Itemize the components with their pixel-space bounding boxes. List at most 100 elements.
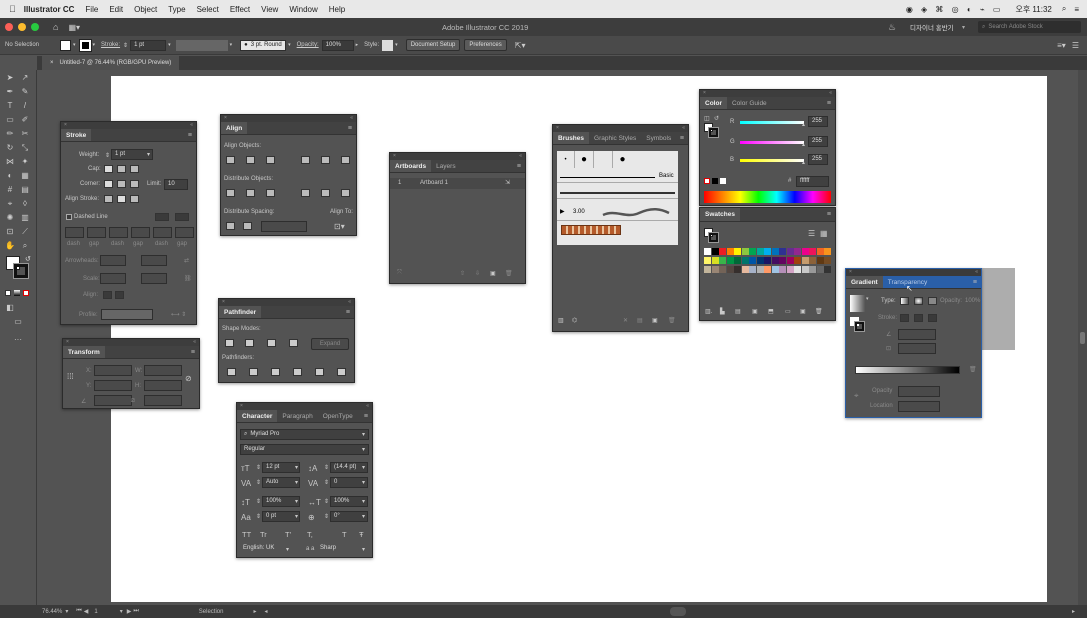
swatch-chip[interactable] [711, 266, 719, 273]
scissors-tool-icon[interactable]: ✂ [20, 129, 30, 139]
start-arrowhead-select[interactable] [100, 255, 126, 266]
close-icon[interactable]: × [556, 125, 559, 132]
intersect-icon[interactable] [267, 339, 276, 347]
all-caps-button[interactable]: TT [242, 530, 251, 539]
menu-help[interactable]: Help [329, 5, 345, 14]
rearrange-artboards-icon[interactable]: ⤧ [397, 270, 402, 277]
align-vcenter-icon[interactable] [321, 156, 330, 164]
align-to-selection-icon[interactable]: ⊡▾ [334, 222, 345, 231]
close-window-button[interactable] [5, 23, 13, 31]
swatch-chip[interactable] [779, 266, 786, 273]
menu-select[interactable]: Select [197, 5, 219, 14]
horizontal-distribute-space-icon[interactable] [243, 222, 252, 230]
swatch-chip[interactable] [816, 266, 824, 273]
chevron-down-icon[interactable]: ▾ [295, 464, 298, 471]
collapse-icon[interactable]: « [348, 299, 351, 306]
move-down-icon[interactable]: ⇩ [475, 270, 480, 277]
apple-icon[interactable]:  [9, 4, 16, 14]
g-slider[interactable] [740, 141, 804, 144]
calligraphic-brush-3[interactable] [594, 151, 613, 168]
align-center-stroke-icon[interactable] [104, 195, 113, 203]
collapse-icon[interactable]: « [366, 403, 369, 410]
swatch-chip[interactable] [756, 248, 764, 255]
menu-edit[interactable]: Edit [109, 5, 123, 14]
screen-mode-icon[interactable]: ▭ [13, 317, 23, 327]
panel-titlebar[interactable]: × « [700, 90, 835, 97]
swatch-chip[interactable] [756, 266, 764, 273]
distribute-hcenter-icon[interactable] [321, 189, 330, 197]
vertical-scale-stepper[interactable]: ⇕ [256, 498, 261, 505]
panel-menu-icon[interactable]: ≡ [346, 306, 354, 318]
move-up-icon[interactable]: ⇧ [460, 270, 465, 277]
align-inside-stroke-icon[interactable] [117, 195, 126, 203]
chevron-right-icon[interactable]: ▸ [253, 608, 256, 615]
swatch-chip[interactable] [734, 266, 741, 273]
panel-menu-icon[interactable]: ≡▾ [1057, 41, 1066, 50]
link-icon[interactable]: ⛓ [184, 275, 192, 282]
scroll-thumb[interactable] [1080, 332, 1085, 344]
swatch-chip[interactable] [779, 257, 786, 264]
chevron-down-icon[interactable]: ▾ [288, 42, 291, 48]
symbol-sprayer-tool-icon[interactable]: ✺ [5, 213, 15, 223]
collapse-icon[interactable]: « [190, 122, 193, 129]
color-group-icon[interactable]: ⬒ [768, 308, 774, 315]
tab-symbols[interactable]: Symbols [641, 132, 676, 144]
panel-menu-icon[interactable]: ≡ [827, 97, 835, 109]
chevron-down-icon[interactable]: ▾ [65, 608, 68, 615]
swatch-chip[interactable] [704, 257, 711, 264]
swatch-chip[interactable] [704, 266, 711, 273]
chevron-down-icon[interactable]: ▾ [120, 608, 123, 615]
chevron-down-icon[interactable]: ▾ [362, 446, 365, 453]
stop-opacity-field[interactable] [898, 386, 940, 397]
show-swatch-kinds-icon[interactable]: ▙ [720, 308, 725, 315]
stroke-color-box[interactable] [13, 263, 29, 279]
remove-brush-stroke-icon[interactable]: ✕ [623, 317, 628, 324]
small-caps-button[interactable]: Tr [260, 530, 267, 539]
paintbrush-tool-icon[interactable]: ✐ [20, 115, 30, 125]
swatch-chip[interactable] [771, 266, 779, 273]
panel-menu-icon[interactable]: ≡ [973, 276, 981, 288]
round-join-icon[interactable] [117, 180, 126, 188]
close-icon[interactable]: × [224, 115, 227, 122]
panel-titlebar[interactable]: × « [219, 299, 354, 306]
chevron-down-icon[interactable]: ▾ [147, 151, 150, 158]
new-brush-icon[interactable]: ▣ [652, 317, 658, 324]
panel-menu-icon[interactable]: ≡ [188, 129, 196, 141]
distribute-vcenter-icon[interactable] [246, 189, 255, 197]
opacity-field[interactable]: 100% [321, 39, 354, 51]
chevron-right-icon[interactable]: ▸ [356, 42, 359, 48]
zoom-tool-icon[interactable]: ⌕ [20, 241, 30, 251]
new-artboard-icon[interactable]: ▣ [490, 270, 496, 277]
none-color-chip[interactable] [704, 178, 710, 184]
tab-character[interactable]: Character [237, 410, 278, 422]
swatch-chip[interactable] [726, 266, 734, 273]
tab-stroke[interactable]: Stroke [61, 129, 92, 141]
reference-point-icon[interactable]: ⁞⁞⁞ [67, 372, 74, 381]
tab-align[interactable]: Align [221, 122, 248, 134]
chevron-down-icon[interactable]: ▾ [73, 42, 76, 48]
swatch-chip[interactable] [809, 248, 816, 255]
panel-titlebar[interactable]: × « [553, 125, 688, 132]
gap-field-1[interactable] [87, 227, 106, 238]
swap-arrowheads-icon[interactable]: ⇄ [184, 257, 189, 264]
swatch-chip[interactable] [734, 248, 741, 255]
divide-icon[interactable] [227, 368, 236, 376]
close-icon[interactable]: × [393, 153, 396, 160]
calligraphic-brush-2[interactable]: ● [575, 151, 594, 168]
gradient-fill-box[interactable] [850, 295, 865, 312]
swatch-chip[interactable] [764, 248, 771, 255]
chevron-down-icon[interactable]: ▾ [395, 42, 398, 48]
search-icon[interactable]: ⌕ [1062, 4, 1066, 14]
r-slider-handle[interactable]: ▲ [801, 122, 806, 128]
panel-menu-icon[interactable]: ≡ [827, 208, 835, 221]
none-mode-icon[interactable] [23, 290, 29, 296]
swatch-chip[interactable] [726, 257, 734, 264]
new-folder-icon[interactable]: ▭ [785, 308, 791, 315]
align-top-icon[interactable] [301, 156, 310, 164]
curvature-tool-icon[interactable]: ✎ [20, 87, 30, 97]
swatch-chip[interactable] [741, 257, 749, 264]
art-brush-row[interactable]: ▶ 3.00 [557, 205, 678, 221]
swatch-chip[interactable] [824, 248, 831, 255]
x-field[interactable] [94, 365, 132, 376]
more-tools-icon[interactable]: ··· [13, 335, 23, 345]
